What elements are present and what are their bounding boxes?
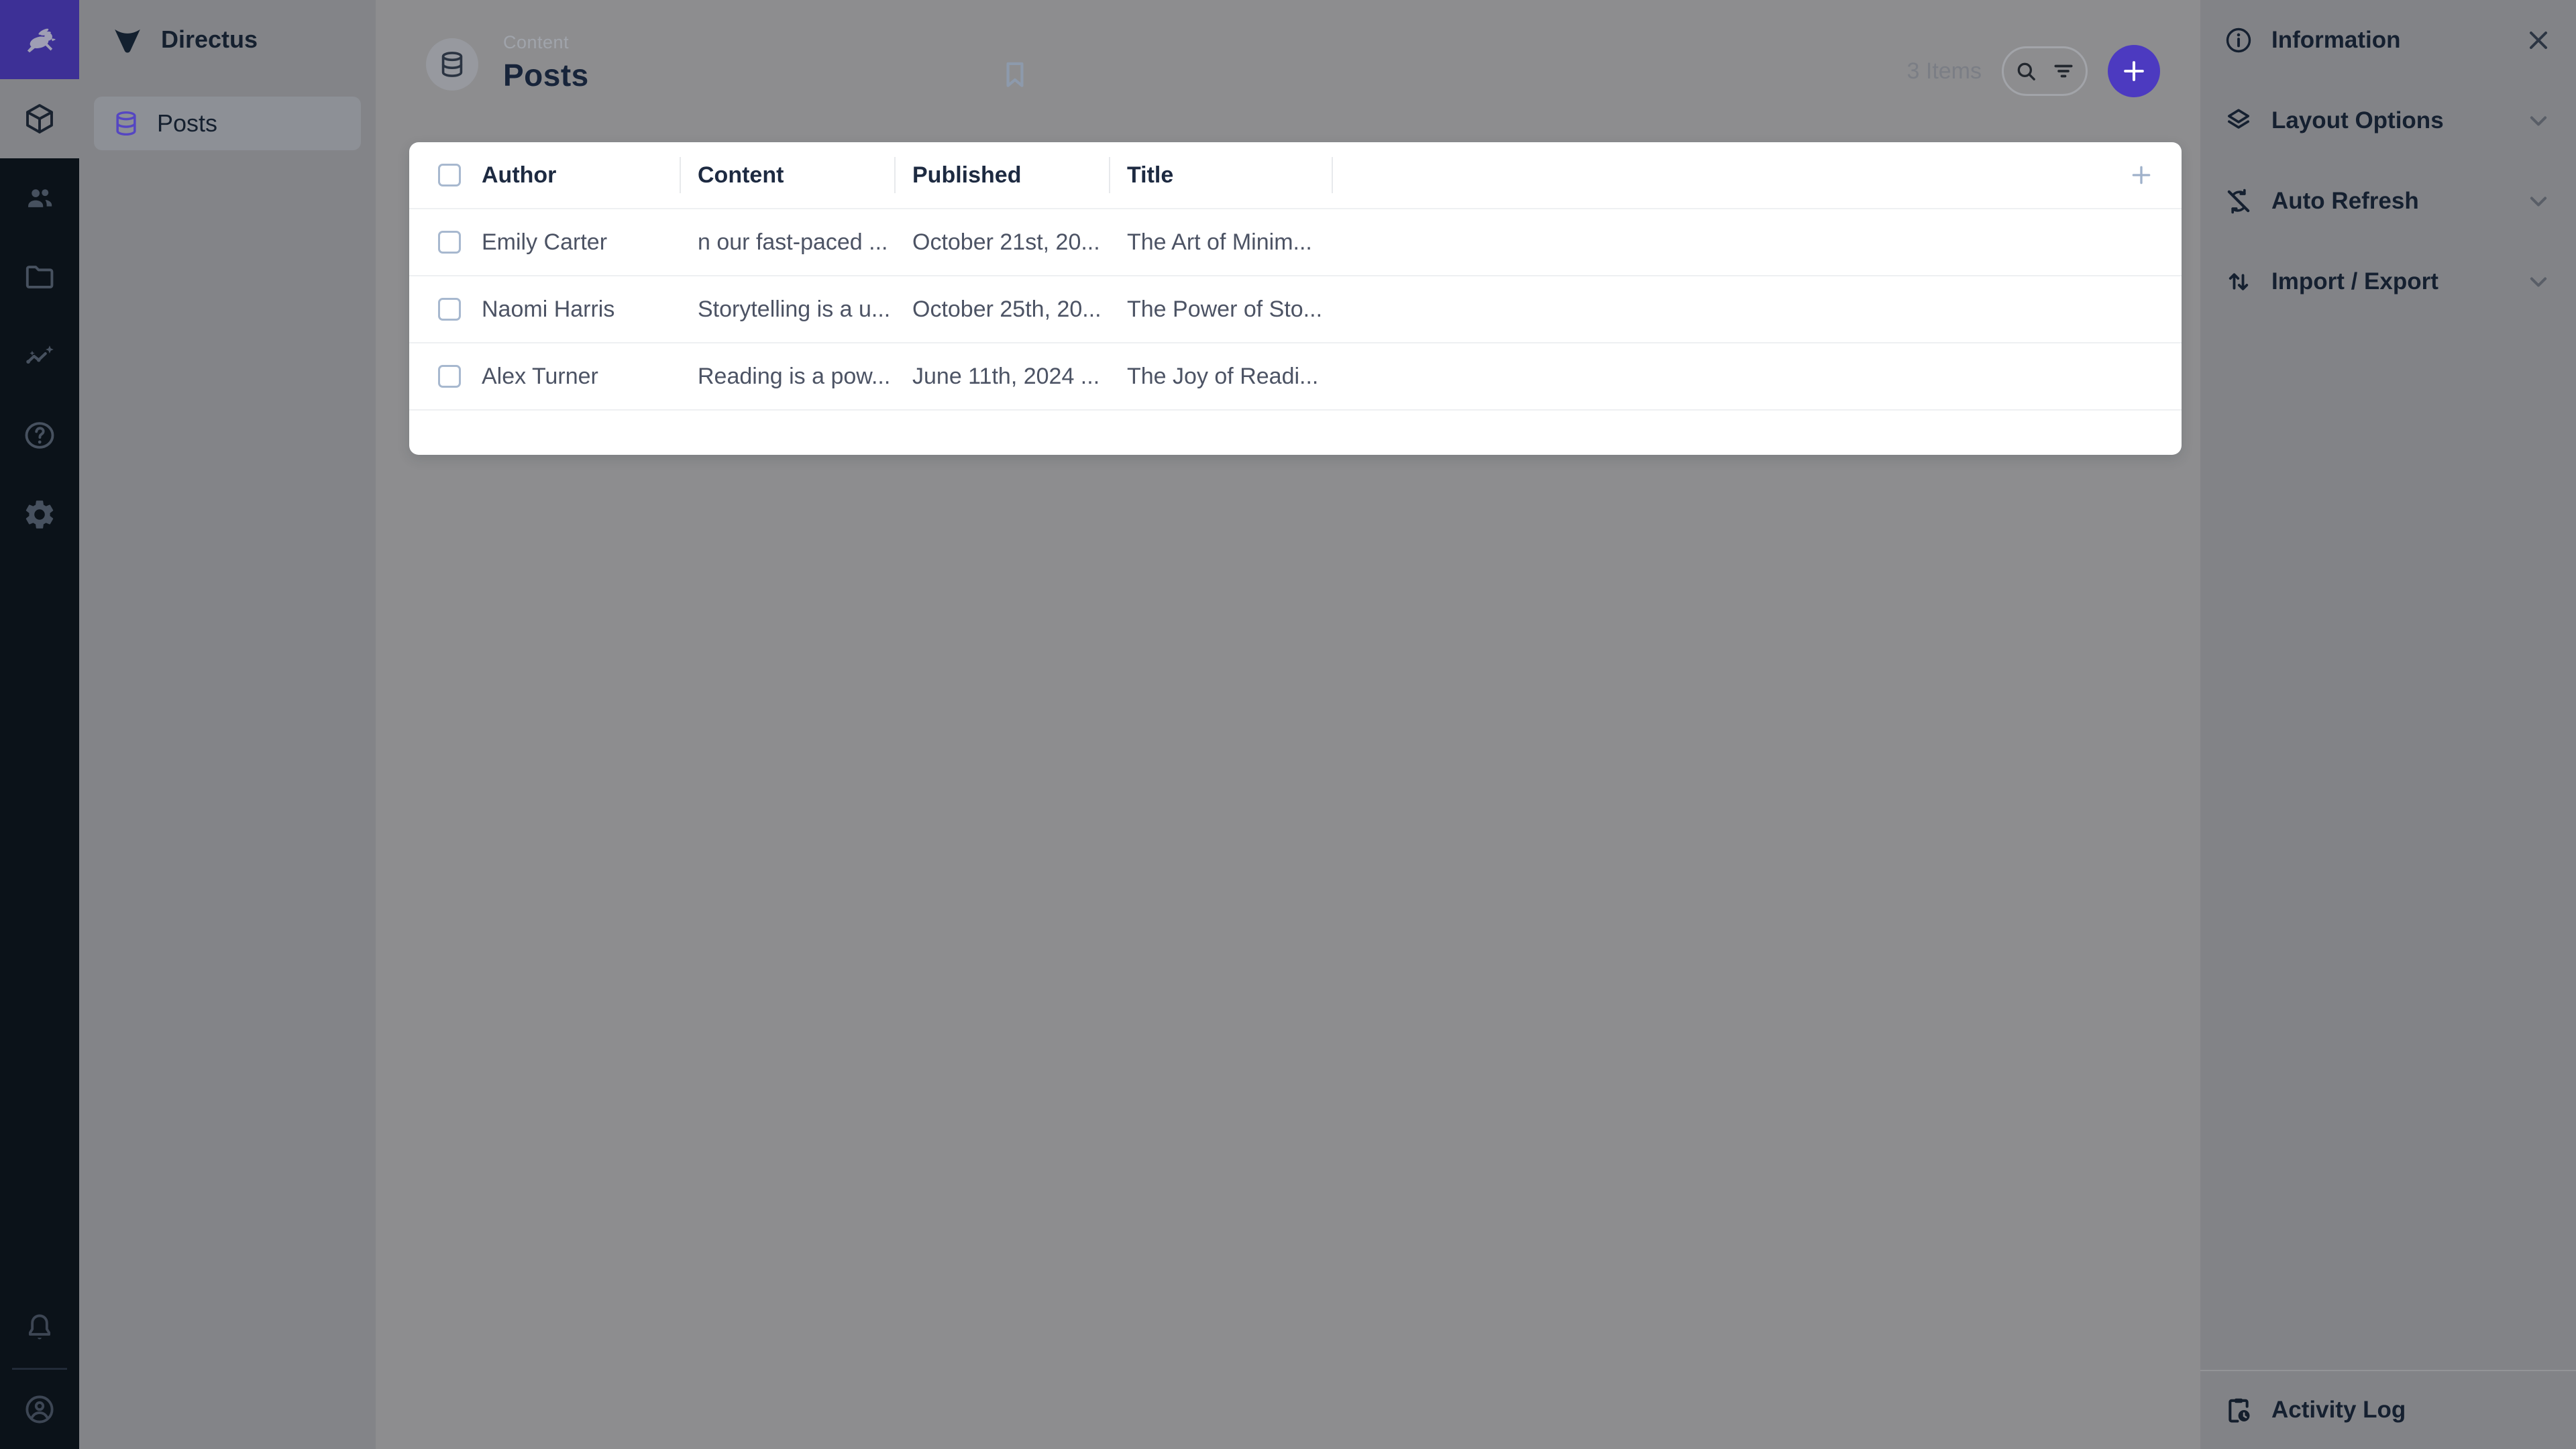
bookmark-button[interactable] (998, 58, 1032, 91)
gear-icon (22, 497, 57, 532)
activity-log-label: Activity Log (2271, 1397, 2576, 1424)
right-sidebar: Information Layout Options Auto Refresh (2200, 0, 2576, 1449)
cell-title: The Joy of Readi... (1127, 364, 1318, 390)
module-insights[interactable] (0, 317, 79, 396)
cell-content: Storytelling is a u... (698, 297, 890, 323)
info-icon (2223, 25, 2254, 56)
breadcrumb: Content (503, 32, 589, 53)
database-icon (437, 49, 468, 80)
module-help[interactable] (0, 396, 79, 475)
cell-content: n our fast-paced ... (698, 229, 888, 256)
cell-published: June 11th, 2024 ... (912, 364, 1099, 390)
cell-author: Emily Carter (482, 229, 607, 256)
cell-published: October 25th, 20... (912, 297, 1102, 323)
items-count: 3 Items (1907, 58, 1982, 85)
row-checkbox[interactable] (438, 231, 461, 254)
cell-author: Naomi Harris (482, 297, 614, 323)
sidebar-section-label: Auto Refresh (2271, 188, 2506, 215)
row-checkbox[interactable] (438, 365, 461, 388)
swap-vert-icon (2223, 266, 2254, 297)
search-filter-pill[interactable] (2002, 46, 2088, 96)
account-circle-icon (22, 1392, 57, 1427)
bookmark-icon (998, 58, 1032, 91)
column-header-content[interactable]: Content (698, 162, 784, 189)
table-row[interactable]: Emily Carter n our fast-paced ... Octobe… (409, 209, 2182, 276)
chevron-down-icon[interactable] (2524, 267, 2553, 297)
add-column-icon[interactable] (2128, 162, 2155, 189)
search-icon[interactable] (2012, 58, 2039, 85)
chevron-down-icon[interactable] (2524, 106, 2553, 136)
collection-icon-button[interactable] (426, 38, 478, 91)
people-icon (22, 180, 57, 215)
sidebar-section-information[interactable]: Information (2200, 0, 2576, 80)
cell-content: Reading is a pow... (698, 364, 890, 390)
column-header-title[interactable]: Title (1127, 162, 1173, 189)
sidebar-section-import-export[interactable]: Import / Export (2200, 241, 2576, 322)
sidebar-section-auto-refresh[interactable]: Auto Refresh (2200, 161, 2576, 241)
folder-icon (22, 260, 57, 294)
sidebar-section-label: Layout Options (2271, 107, 2506, 134)
row-checkbox[interactable] (438, 298, 461, 321)
sidebar-section-label: Information (2271, 27, 2506, 54)
header-actions: 3 Items (1907, 0, 2160, 142)
module-content[interactable] (0, 79, 79, 158)
nav-sidebar: Directus Posts (79, 0, 376, 1449)
sidebar-section-label: Import / Export (2271, 268, 2506, 295)
notifications-button[interactable] (0, 1289, 79, 1368)
select-all-checkbox[interactable] (438, 164, 461, 186)
module-bar (0, 0, 79, 1449)
module-settings[interactable] (0, 475, 79, 554)
sidebar-item-label: Posts (157, 109, 217, 138)
insights-icon (22, 339, 57, 374)
items-table: Author Content Published Title Emily Car… (409, 142, 2182, 455)
column-header-published[interactable]: Published (912, 162, 1021, 189)
project-name: Directus (161, 25, 258, 54)
database-icon (111, 109, 141, 138)
close-icon[interactable] (2524, 25, 2553, 55)
sidebar-section-layout-options[interactable]: Layout Options (2200, 80, 2576, 161)
cell-title: The Power of Sto... (1127, 297, 1322, 323)
project-header[interactable]: Directus (79, 0, 376, 79)
cell-published: October 21st, 20... (912, 229, 1100, 256)
sync-disabled-icon (2223, 186, 2254, 217)
box-icon (22, 101, 57, 136)
bell-icon (22, 1311, 57, 1346)
cell-title: The Art of Minim... (1127, 229, 1312, 256)
cell-author: Alex Turner (482, 364, 598, 390)
sidebar-item-posts[interactable]: Posts (94, 97, 361, 150)
page-title: Posts (503, 57, 589, 93)
directus-rabbit-logo-icon (18, 18, 61, 61)
clipboard-clock-icon (2223, 1395, 2254, 1426)
column-header-author[interactable]: Author (482, 162, 556, 189)
project-logo-icon (110, 22, 145, 57)
add-item-button[interactable] (2108, 45, 2160, 97)
table-row[interactable]: Alex Turner Reading is a pow... June 11t… (409, 343, 2182, 411)
help-icon (22, 418, 57, 453)
table-row[interactable]: Naomi Harris Storytelling is a u... Octo… (409, 276, 2182, 343)
module-files[interactable] (0, 237, 79, 317)
plus-icon (2119, 56, 2149, 86)
module-users[interactable] (0, 158, 79, 237)
account-button[interactable] (0, 1370, 79, 1449)
title-block: Content Posts (503, 32, 589, 93)
activity-log-button[interactable]: Activity Log (2200, 1370, 2576, 1449)
filter-icon[interactable] (2050, 58, 2077, 85)
page-header: Content Posts 3 Items (376, 0, 2200, 142)
layers-icon (2223, 105, 2254, 136)
directus-logo[interactable] (0, 0, 79, 79)
chevron-down-icon[interactable] (2524, 186, 2553, 216)
table-header-row: Author Content Published Title (409, 142, 2182, 209)
main-content: Content Posts 3 Items (376, 0, 2200, 1449)
